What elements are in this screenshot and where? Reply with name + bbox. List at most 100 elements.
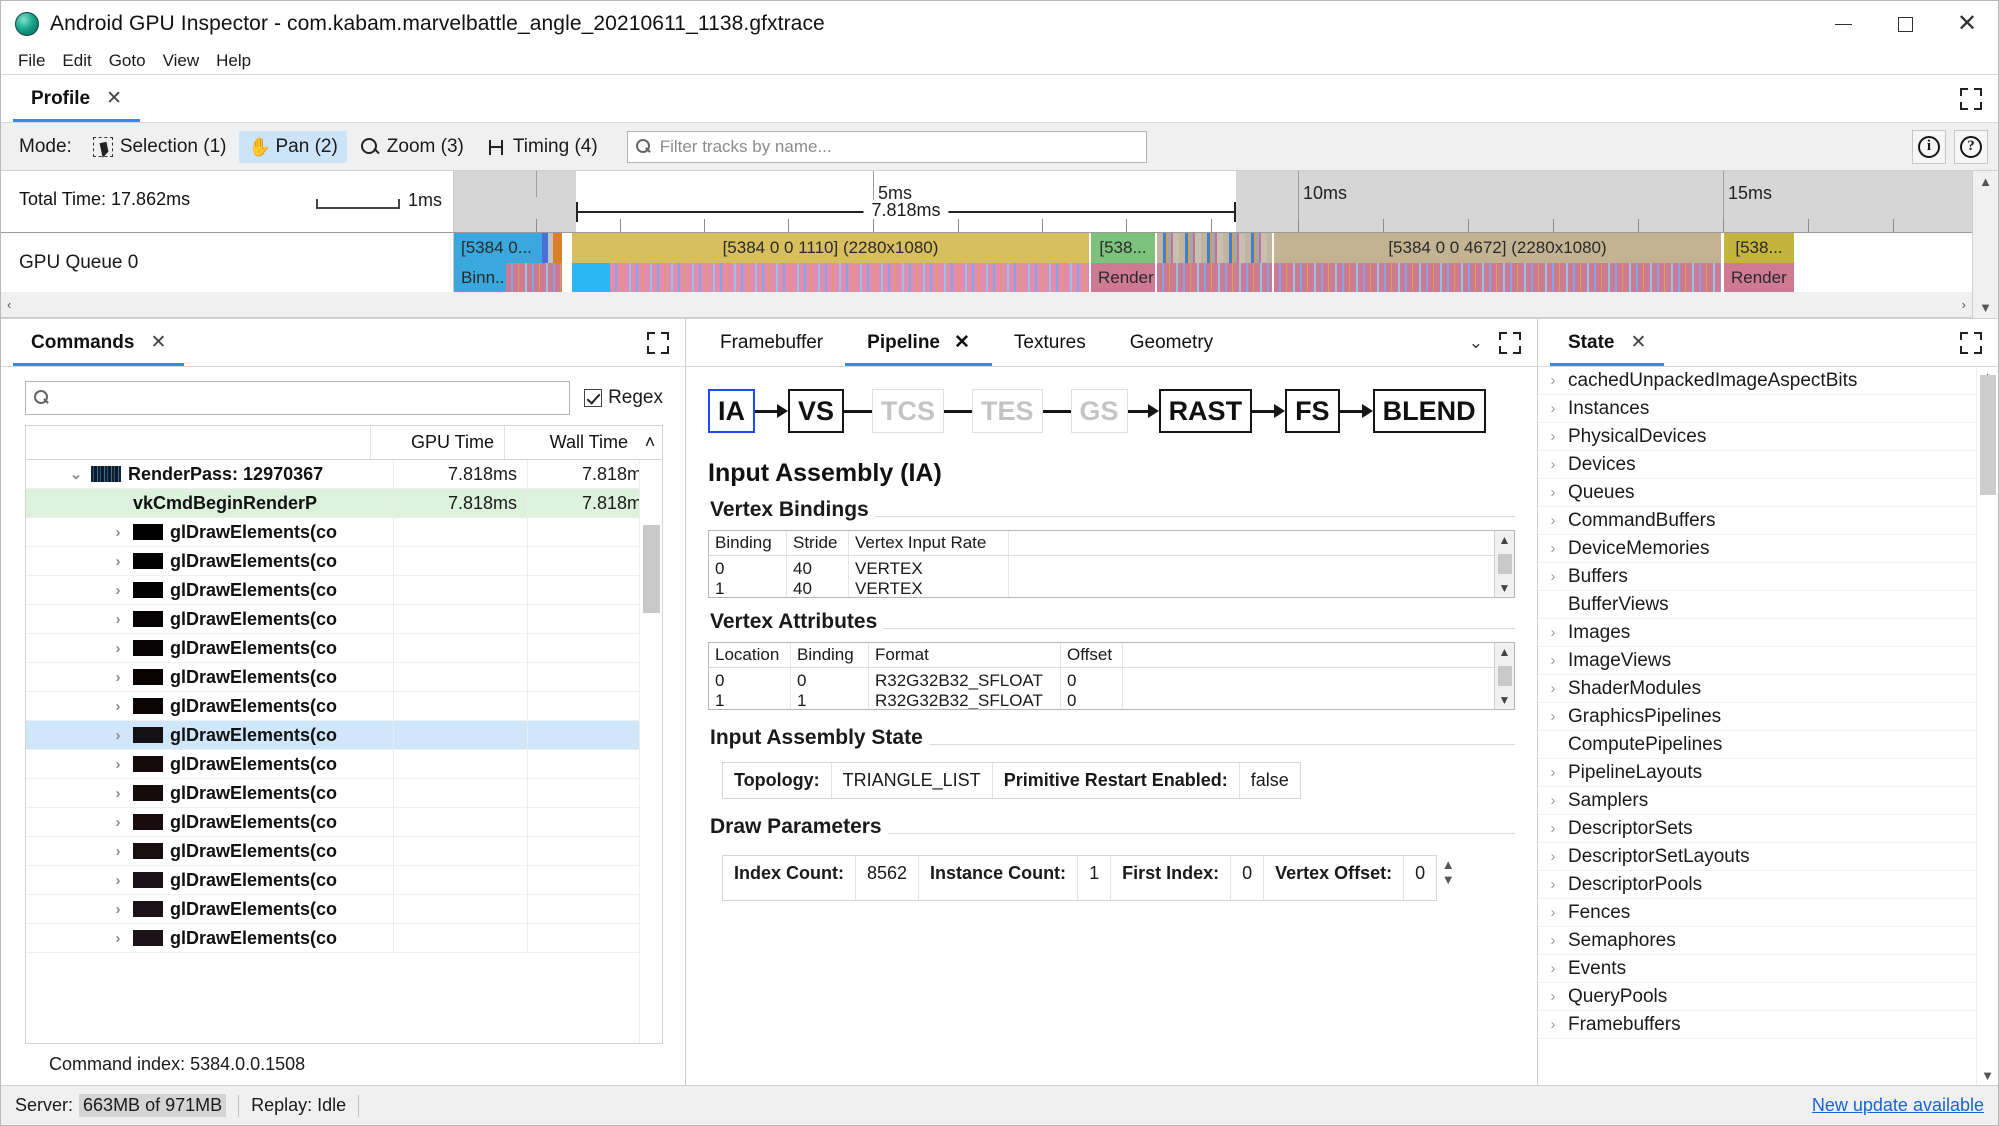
table-row[interactable]: › glDrawElements(co [26, 866, 662, 895]
timeline-segment-stripes[interactable] [506, 263, 562, 292]
chevron-down-icon[interactable]: ▼ [1979, 300, 1992, 315]
timeline-segment[interactable]: Binn... [454, 263, 506, 292]
chevron-right-icon[interactable]: › [1546, 960, 1560, 977]
table-row[interactable]: 1 40 VERTEX [709, 581, 1494, 597]
state-tree-item[interactable]: › DescriptorSetLayouts [1538, 843, 1998, 871]
chevron-down-icon[interactable]: ▼ [1499, 581, 1511, 595]
pipeline-stage-blend[interactable]: BLEND [1372, 389, 1486, 433]
state-tree-item[interactable]: › Instances [1538, 395, 1998, 423]
timeline-segment[interactable]: Render [1724, 263, 1794, 292]
state-tree-item[interactable]: › Devices [1538, 451, 1998, 479]
tab-pipeline[interactable]: Pipeline ✕ [845, 319, 992, 366]
state-tree-item[interactable]: › PhysicalDevices [1538, 423, 1998, 451]
minimize-button[interactable] [1812, 1, 1874, 47]
column-header-gpu-time[interactable]: GPU Time [370, 426, 504, 459]
chevron-up-icon[interactable]: ▲ [1979, 174, 1992, 189]
scrollbar-thumb[interactable] [643, 525, 660, 613]
timeline-ruler[interactable]: Total Time: 17.862ms 1ms 5ms 10ms 15ms 7… [1, 171, 1972, 233]
chevron-right-icon[interactable]: › [1546, 428, 1560, 445]
scrollbar-thumb[interactable] [1497, 554, 1512, 574]
chevron-up-icon[interactable]: ▲ [1499, 645, 1511, 659]
expand-icon[interactable] [1960, 87, 1982, 110]
table-row[interactable]: › glDrawElements(co [26, 518, 662, 547]
chevron-down-icon[interactable]: ⌄ [68, 465, 84, 483]
chevron-right-icon[interactable]: › [1546, 988, 1560, 1005]
vertex-bindings-scrollbar[interactable]: ▲ ▼ [1494, 531, 1514, 597]
state-tree-item[interactable]: › CommandBuffers [1538, 507, 1998, 535]
chevron-right-icon[interactable]: › [110, 553, 126, 570]
pipeline-stage-gs[interactable]: GS [1070, 389, 1128, 433]
chevron-down-icon[interactable]: ⌄ [1469, 333, 1483, 353]
regex-toggle[interactable]: Regex [584, 387, 663, 409]
maximize-button[interactable] [1874, 1, 1936, 47]
pipeline-stage-tcs[interactable]: TCS [872, 389, 945, 433]
commands-vscrollbar[interactable] [639, 460, 662, 1043]
chevron-down-icon[interactable]: ▼ [1499, 693, 1511, 707]
draw-params-scrollbar[interactable]: ▲ ▼ [1437, 851, 1460, 901]
menu-file[interactable]: File [10, 48, 53, 74]
state-tree-item[interactable]: › Semaphores [1538, 927, 1998, 955]
chevron-right-icon[interactable]: › [1546, 652, 1560, 669]
column-header-name[interactable] [26, 426, 370, 459]
state-tree-item[interactable]: › PipelineLayouts [1538, 759, 1998, 787]
chevron-right-icon[interactable]: › [110, 611, 126, 628]
chevron-up-icon[interactable]: ▲ [1499, 533, 1511, 547]
pipeline-stage-fs[interactable]: FS [1285, 389, 1340, 433]
state-tree-item[interactable]: › Events [1538, 955, 1998, 983]
state-tree-item[interactable]: › cachedUnpackedImageAspectBits [1538, 367, 1998, 395]
chevron-right-icon[interactable]: › [1546, 624, 1560, 641]
state-tree-item[interactable]: › GraphicsPipelines [1538, 703, 1998, 731]
pipeline-stage-vs[interactable]: VS [788, 389, 845, 433]
chevron-right-icon[interactable]: › [1546, 820, 1560, 837]
chevron-right-icon[interactable]: › [110, 756, 126, 773]
chevron-right-icon[interactable]: › [110, 524, 126, 541]
table-row[interactable]: › glDrawElements(co [26, 576, 662, 605]
table-row[interactable]: › glDrawElements(co [26, 663, 662, 692]
chevron-right-icon[interactable]: › [110, 930, 126, 947]
state-tree-item[interactable]: › Samplers [1538, 787, 1998, 815]
chevron-right-icon[interactable]: › [110, 727, 126, 744]
table-row[interactable]: › glDrawElements(co [26, 924, 662, 953]
table-row[interactable]: › glDrawElements(co [26, 721, 662, 750]
pipeline-stage-tes[interactable]: TES [972, 389, 1043, 433]
menu-help[interactable]: Help [208, 48, 259, 74]
close-icon[interactable]: ✕ [1630, 331, 1646, 354]
state-tree-item[interactable]: › DescriptorPools [1538, 871, 1998, 899]
tab-commands[interactable]: Commands ✕ [13, 319, 185, 366]
commands-rows[interactable]: ⌄ RenderPass: 12970367 7.818ms 7.818ms vkCmd… [26, 460, 662, 1043]
timeline-vscrollbar[interactable]: ▲ ▼ [1972, 171, 1998, 318]
tab-state[interactable]: State ✕ [1550, 319, 1665, 366]
chevron-right-icon[interactable]: › [110, 901, 126, 918]
chevron-right-icon[interactable]: › [1546, 764, 1560, 781]
table-row[interactable]: › glDrawElements(co [26, 547, 662, 576]
pipeline-stage-rast[interactable]: RAST [1158, 389, 1253, 433]
state-vscrollbar[interactable]: ▲ ▼ [1976, 367, 1998, 1085]
table-row[interactable]: › glDrawElements(co [26, 808, 662, 837]
chevron-right-icon[interactable]: › [1546, 932, 1560, 949]
table-row[interactable]: ⌄ RenderPass: 12970367 7.818ms 7.818ms [26, 460, 662, 489]
state-tree-item[interactable]: › DeviceMemories [1538, 535, 1998, 563]
state-tree-item[interactable]: › Images [1538, 619, 1998, 647]
chevron-right-icon[interactable]: › [1546, 680, 1560, 697]
checkbox-icon[interactable] [584, 389, 603, 407]
menu-goto[interactable]: Goto [101, 48, 154, 74]
chevron-right-icon[interactable]: › [110, 640, 126, 657]
chevron-down-icon[interactable]: ▼ [1977, 1068, 1998, 1083]
mode-timing-button[interactable]: Timing (4) [477, 131, 607, 163]
table-row[interactable]: 1 1 R32G32B32_SFLOAT 0 [709, 693, 1494, 709]
state-tree-item[interactable]: › Framebuffers [1538, 1011, 1998, 1039]
tab-textures[interactable]: Textures [992, 319, 1108, 366]
timeline-segment-stripes[interactable] [1157, 233, 1272, 263]
chevron-right-icon[interactable]: › [110, 843, 126, 860]
scroll-right-icon[interactable]: › [1962, 297, 1966, 312]
chevron-right-icon[interactable]: › [1546, 400, 1560, 417]
new-update-link[interactable]: New update available [1812, 1095, 1984, 1116]
chevron-right-icon[interactable]: › [110, 814, 126, 831]
table-row[interactable]: › glDrawElements(co [26, 692, 662, 721]
timeline-segment-stripes[interactable] [610, 263, 1089, 292]
close-icon[interactable]: ✕ [954, 331, 970, 354]
vertex-attributes-scrollbar[interactable]: ▲ ▼ [1494, 643, 1514, 709]
chevron-right-icon[interactable]: › [1546, 876, 1560, 893]
chevron-right-icon[interactable]: › [110, 669, 126, 686]
track-filter[interactable] [626, 130, 1147, 163]
